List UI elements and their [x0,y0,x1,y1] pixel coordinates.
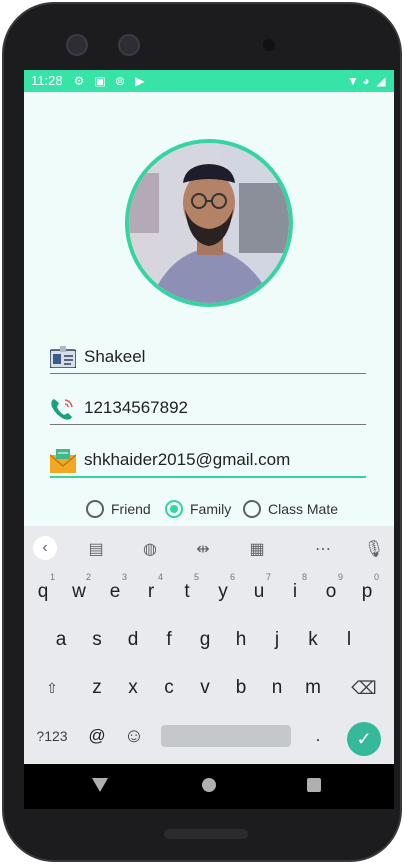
play-store-icon: ▶ [135,74,145,88]
key-z[interactable]: z [81,666,113,710]
key-t[interactable]: t5 [171,570,203,614]
mail-icon [49,449,77,473]
key-o[interactable]: o9 [315,570,347,614]
phone-value: 12134567892 [84,398,189,417]
check-enter-icon[interactable]: ✓ [347,722,381,756]
key-b[interactable]: b [225,666,257,710]
key-g[interactable]: g [189,618,221,662]
text-cursor-icon[interactable]: ⇹ [192,538,214,560]
name-value: Shakeel [84,347,146,366]
key-n[interactable]: n [261,666,293,710]
space-bar[interactable] [161,725,291,747]
backspace-key-icon[interactable]: ⌫ [344,666,384,710]
signal-icon: ◢ [376,74,386,88]
back-chevron-icon[interactable]: ‹ [33,536,57,560]
name-field[interactable]: Shakeel [49,336,366,374]
front-sensor [118,34,140,56]
nav-recents-icon[interactable] [307,778,321,792]
period-key[interactable]: . [302,714,334,758]
palette-icon[interactable]: ◍ [139,538,161,560]
key-d[interactable]: d [117,618,149,662]
image-icon: ▣ [94,74,106,88]
id-card-icon [49,346,77,370]
sync-icon: ⊚ [114,74,126,88]
mic-off-icon[interactable]: 🎙 [363,538,385,560]
key-v[interactable]: v [189,666,221,710]
radio-friend[interactable]: Friend [86,500,151,518]
radio-circle [86,500,104,518]
nav-back-icon[interactable] [92,778,108,792]
bottom-speaker [164,829,248,839]
radio-class-mate[interactable]: Class Mate [243,500,338,518]
email-value: shkhaider2015@gmail.com [84,450,291,469]
status-time: 11:28 [31,73,63,88]
at-key[interactable]: @ [81,714,113,758]
clipboard-icon[interactable]: ▦ [246,538,268,560]
email-field[interactable]: shkhaider2015@gmail.com [49,440,366,478]
radio-label: Friend [111,501,151,517]
key-f[interactable]: f [153,618,185,662]
emoji-icon[interactable]: ☺ [118,714,150,758]
key-u[interactable]: u7 [243,570,275,614]
front-camera [66,34,88,56]
phone-icon [50,397,76,421]
key-c[interactable]: c [153,666,185,710]
system-nav-bar [24,764,394,809]
key-q[interactable]: q1 [27,570,59,614]
key-p[interactable]: p0 [351,570,383,614]
key-l[interactable]: l [333,618,365,662]
key-e[interactable]: e3 [99,570,131,614]
key-h[interactable]: h [225,618,257,662]
soft-keyboard: ‹ ▤ ◍ ⇹ ▦ ⋯ 🎙 q1 w2 e3 r4 t5 y6 u7 i8 o9… [24,526,394,764]
key-a[interactable]: a [45,618,77,662]
radio-circle-selected [165,500,183,518]
wifi-icon: ▼ [347,74,359,88]
key-k[interactable]: k [297,618,329,662]
profile-avatar[interactable] [125,139,293,307]
radio-circle [243,500,261,518]
status-bar: 11:28 ⚙ ▣ ⊚ ▶ ▼ ◕ ◢ [24,70,394,92]
key-s[interactable]: s [81,618,113,662]
shift-key-icon[interactable]: ⇧ [34,666,70,710]
nav-home-icon[interactable] [202,778,216,792]
key-j[interactable]: j [261,618,293,662]
profile-photo [129,143,289,303]
proximity-sensor [263,39,275,51]
more-icon[interactable]: ⋯ [312,538,334,560]
key-x[interactable]: x [117,666,149,710]
key-r[interactable]: r4 [135,570,167,614]
radio-label: Family [190,501,232,517]
symbols-key[interactable]: ?123 [30,714,74,758]
settings-icon: ⚙ [73,74,85,88]
radio-family[interactable]: Family [165,500,231,518]
phone-field[interactable]: 12134567892 [50,387,366,425]
keyboard-toolbar: ‹ ▤ ◍ ⇹ ▦ ⋯ 🎙 [24,526,394,570]
app-screen: 11:28 ⚙ ▣ ⊚ ▶ ▼ ◕ ◢ Shakeel 12134567892 … [24,70,394,809]
key-y[interactable]: y6 [207,570,239,614]
radio-label: Class Mate [268,501,339,517]
translate-icon[interactable]: ▤ [85,538,107,560]
key-w[interactable]: w2 [63,570,95,614]
phone-frame: 11:28 ⚙ ▣ ⊚ ▶ ▼ ◕ ◢ Shakeel 12134567892 … [2,2,402,862]
battery-icon: ◕ [362,74,370,88]
key-m[interactable]: m [297,666,329,710]
key-i[interactable]: i8 [279,570,311,614]
